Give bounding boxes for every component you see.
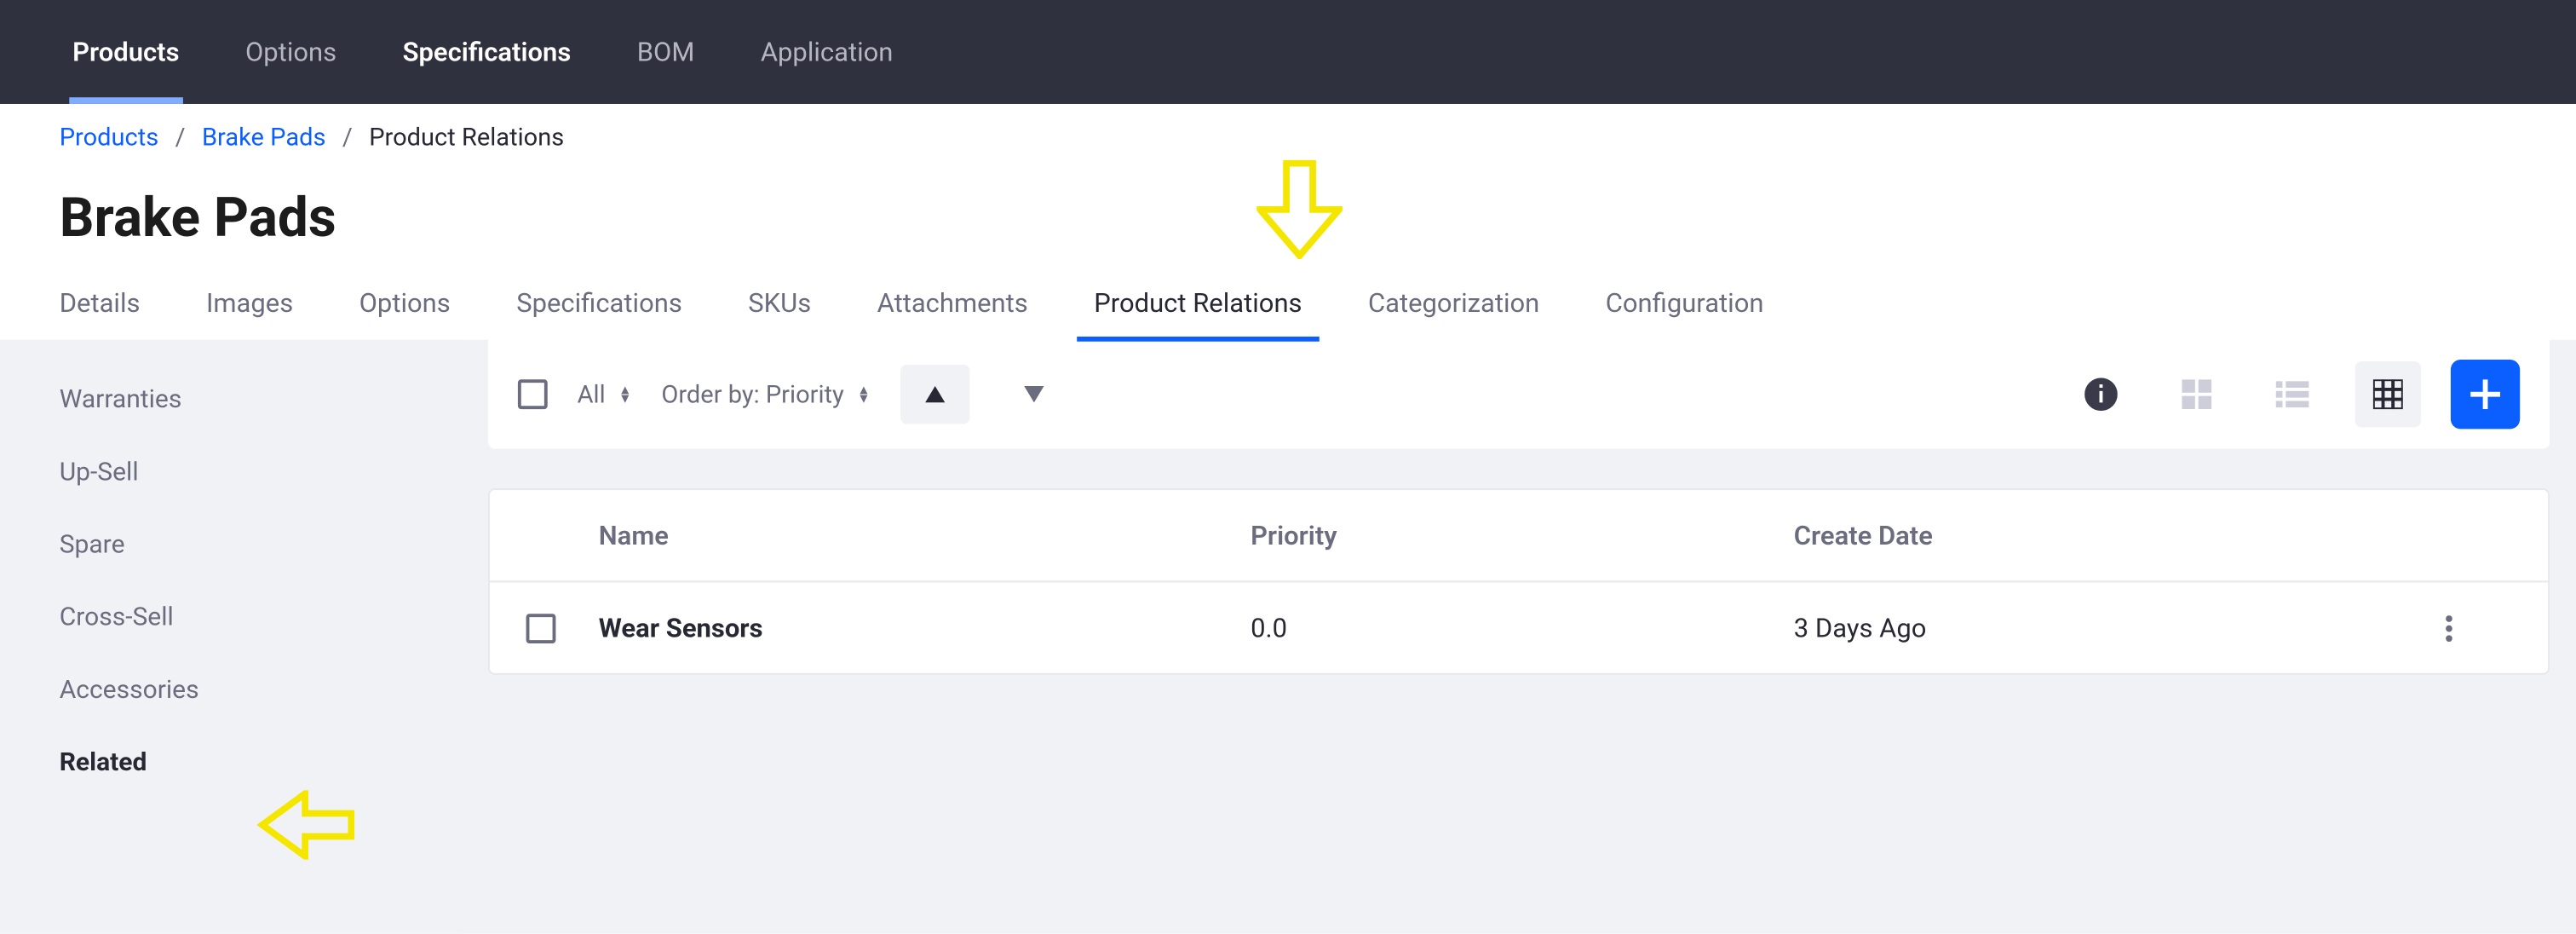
sidebar-item-related[interactable]: Related xyxy=(0,726,462,799)
view-list-button[interactable] xyxy=(2259,361,2325,427)
grid-2x2-icon xyxy=(2182,379,2211,409)
cell-name: Wear Sensors xyxy=(599,612,1251,643)
kebab-icon xyxy=(2446,614,2452,641)
subtab-skus[interactable]: SKUs xyxy=(748,270,811,337)
subtab-product-relations[interactable]: Product Relations xyxy=(1094,270,1302,337)
table-row[interactable]: Wear Sensors 0.0 3 Days Ago xyxy=(490,582,2548,672)
cell-priority: 0.0 xyxy=(1251,612,1794,643)
list-toolbar: All ▲▼ Order by: Priority ▲▼ xyxy=(488,340,2550,449)
view-cards-button[interactable] xyxy=(2164,361,2229,427)
subtabs: Details Images Options Specifications SK… xyxy=(0,268,2576,340)
sort-descending-button[interactable] xyxy=(999,365,1068,424)
main-area: Warranties Up-Sell Spare Cross-Sell Acce… xyxy=(0,340,2576,934)
subtab-categorization[interactable]: Categorization xyxy=(1368,270,1539,337)
filter-all-label: All xyxy=(578,379,606,409)
subtab-configuration[interactable]: Configuration xyxy=(1606,270,1764,337)
topnav-options[interactable]: Options xyxy=(212,0,370,104)
th-priority[interactable]: Priority xyxy=(1251,520,1794,551)
sidebar-item-spare[interactable]: Spare xyxy=(0,508,462,580)
th-create-date[interactable]: Create Date xyxy=(1794,520,2446,551)
breadcrumb: Products / Brake Pads / Product Relation… xyxy=(0,104,2576,157)
info-button[interactable] xyxy=(2068,361,2134,427)
sidebar-item-up-sell[interactable]: Up-Sell xyxy=(0,435,462,508)
order-by-label: Order by: Priority xyxy=(661,379,843,409)
row-actions-button[interactable] xyxy=(2446,614,2511,641)
topnav-products[interactable]: Products xyxy=(39,0,212,104)
subtab-specifications[interactable]: Specifications xyxy=(516,270,682,337)
subtab-attachments[interactable]: Attachments xyxy=(877,270,1028,337)
subtab-images[interactable]: Images xyxy=(206,270,293,337)
sidebar: Warranties Up-Sell Spare Cross-Sell Acce… xyxy=(0,340,462,934)
table-header: Name Priority Create Date xyxy=(490,490,2548,582)
sidebar-item-cross-sell[interactable]: Cross-Sell xyxy=(0,580,462,653)
select-all-checkbox[interactable] xyxy=(518,379,548,409)
table-icon xyxy=(2373,379,2403,409)
th-name[interactable]: Name xyxy=(599,520,1251,551)
breadcrumb-sep: / xyxy=(342,122,353,152)
row-checkbox[interactable] xyxy=(526,613,556,643)
caret-updown-icon: ▲▼ xyxy=(618,386,631,402)
sidebar-item-accessories[interactable]: Accessories xyxy=(0,654,462,726)
sort-ascending-button[interactable] xyxy=(900,365,969,424)
subtab-options[interactable]: Options xyxy=(359,270,451,337)
breadcrumb-products[interactable]: Products xyxy=(60,122,159,152)
cell-create-date: 3 Days Ago xyxy=(1794,612,2446,643)
caret-down-icon xyxy=(1024,386,1044,402)
add-button[interactable] xyxy=(2451,360,2520,429)
view-table-button[interactable] xyxy=(2355,361,2421,427)
info-icon xyxy=(2084,378,2118,411)
page-title: Brake Pads xyxy=(0,157,2576,268)
caret-updown-icon: ▲▼ xyxy=(857,386,870,402)
topnav-bom[interactable]: BOM xyxy=(604,0,727,104)
list-icon xyxy=(2276,381,2309,407)
sidebar-item-warranties[interactable]: Warranties xyxy=(0,363,462,435)
relations-table: Name Priority Create Date Wear Sensors 0… xyxy=(488,488,2550,675)
filter-all[interactable]: All ▲▼ xyxy=(578,379,632,409)
top-nav: Products Options Specifications BOM Appl… xyxy=(0,0,2576,104)
sidebar-item-label: Related xyxy=(60,747,147,777)
breadcrumb-brake-pads[interactable]: Brake Pads xyxy=(202,122,326,152)
topnav-specifications[interactable]: Specifications xyxy=(370,0,604,104)
order-by[interactable]: Order by: Priority ▲▼ xyxy=(661,379,870,409)
subtab-details[interactable]: Details xyxy=(60,270,141,337)
plus-icon xyxy=(2470,379,2500,409)
breadcrumb-sep: / xyxy=(175,122,186,152)
topnav-application[interactable]: Application xyxy=(727,0,926,104)
content-panel: All ▲▼ Order by: Priority ▲▼ xyxy=(462,340,2576,934)
breadcrumb-current: Product Relations xyxy=(369,122,564,152)
caret-up-icon xyxy=(925,386,945,402)
